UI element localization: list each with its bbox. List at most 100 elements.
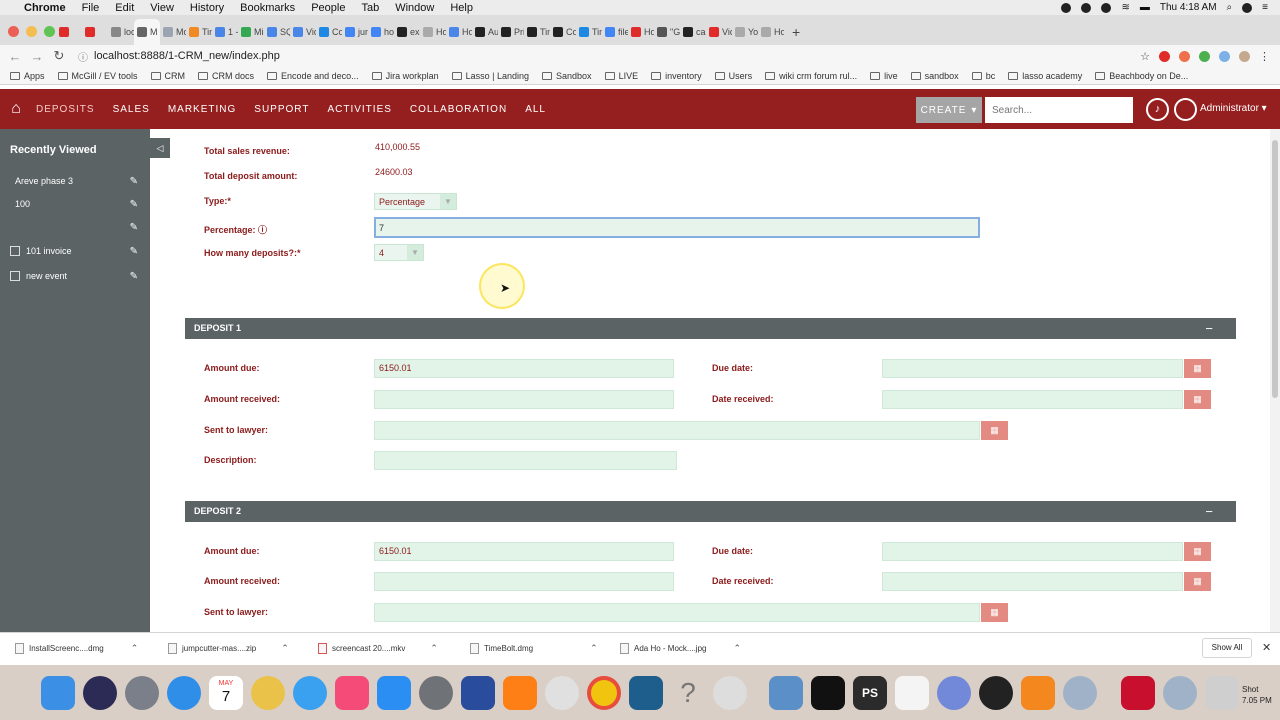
- status-icon[interactable]: [1101, 2, 1112, 13]
- download-item[interactable]: jumpcutter-mas....zip ⌃: [168, 643, 289, 654]
- browser-tab[interactable]: Vide: [290, 19, 316, 45]
- browser-tab[interactable]: M: [134, 19, 160, 45]
- bookmark-item[interactable]: Sandbox: [542, 71, 592, 81]
- browser-tab[interactable]: Con: [550, 19, 576, 45]
- screen-recorder-icon[interactable]: [1063, 676, 1097, 710]
- minimize-window-icon[interactable]: [26, 26, 37, 37]
- bookmark-item[interactable]: inventory: [651, 71, 702, 81]
- photos-icon[interactable]: [251, 676, 285, 710]
- sublime-text-icon[interactable]: [503, 676, 537, 710]
- deposit-1-sent-to-lawyer-input[interactable]: [374, 421, 980, 440]
- browser-tab[interactable]: how: [368, 19, 394, 45]
- bookmark-item[interactable]: lasso academy: [1008, 71, 1082, 81]
- menu-help[interactable]: Help: [450, 2, 473, 14]
- create-button[interactable]: CREATE ▾: [916, 97, 982, 123]
- browser-tab[interactable]: Tim: [576, 19, 602, 45]
- calendar-app-icon[interactable]: MAY 7: [209, 676, 243, 710]
- browser-tab[interactable]: You: [732, 19, 758, 45]
- app-store-icon[interactable]: [377, 676, 411, 710]
- wifi-icon[interactable]: ≋: [1121, 2, 1129, 13]
- mysql-workbench-icon[interactable]: [629, 676, 663, 710]
- browser-tab[interactable]: How: [628, 19, 654, 45]
- chevron-up-icon[interactable]: ⌃: [733, 643, 741, 654]
- siri-icon[interactable]: [83, 676, 117, 710]
- star-icon[interactable]: ☆: [1140, 50, 1150, 63]
- profile-avatar[interactable]: [1239, 50, 1250, 62]
- sidebar-item-areve[interactable]: Areve phase 3 ✎: [0, 170, 150, 192]
- browser-tab[interactable]: Con: [316, 19, 342, 45]
- finder-icon[interactable]: [41, 676, 75, 710]
- shield-extension-icon[interactable]: [1179, 50, 1190, 62]
- menu-view[interactable]: View: [150, 2, 174, 14]
- percentage-input[interactable]: [374, 217, 980, 238]
- download-item[interactable]: Ada Ho - Mock....jpg ⌃: [620, 643, 741, 654]
- forward-icon[interactable]: →: [30, 49, 44, 64]
- bookmark-item[interactable]: bc: [971, 71, 995, 81]
- deposit-2-sent-to-lawyer-input[interactable]: [374, 603, 980, 622]
- nav-collaboration[interactable]: COLLABORATION: [410, 104, 507, 115]
- calendar-icon[interactable]: ▦: [1184, 359, 1211, 378]
- bookmark-item[interactable]: LIVE: [604, 71, 638, 81]
- menu-tab[interactable]: Tab: [361, 2, 379, 14]
- browser-tab[interactable]: How: [446, 19, 472, 45]
- sequel-pro-icon[interactable]: [713, 676, 747, 710]
- close-window-icon[interactable]: [8, 26, 19, 37]
- messages-icon[interactable]: [293, 676, 327, 710]
- home-icon[interactable]: ⌂: [5, 100, 27, 118]
- zoom-window-icon[interactable]: [44, 26, 55, 37]
- menu-history[interactable]: History: [190, 2, 224, 14]
- status-icon[interactable]: [1061, 2, 1072, 13]
- close-icon[interactable]: ✕: [1262, 641, 1271, 654]
- collapse-sidebar-button[interactable]: ◁: [150, 138, 170, 158]
- deposit-2-due-date-input[interactable]: [882, 542, 1183, 561]
- download-item[interactable]: screencast 20....mkv ⌃: [318, 643, 438, 654]
- back-icon[interactable]: ←: [8, 49, 22, 64]
- nav-all[interactable]: ALL: [525, 104, 546, 115]
- safari-icon[interactable]: [167, 676, 201, 710]
- menu-chrome[interactable]: Chrome: [24, 2, 66, 14]
- search-input[interactable]: [985, 97, 1133, 123]
- chevron-up-icon[interactable]: ⌃: [131, 643, 139, 654]
- browser-tab[interactable]: file: [602, 19, 628, 45]
- extension-icon[interactable]: [1219, 50, 1230, 62]
- nav-deposits[interactable]: DEPOSITS: [36, 104, 95, 115]
- clock[interactable]: Thu 4:18 AM: [1160, 2, 1217, 13]
- search-icon[interactable]: ⌕: [1227, 2, 1233, 13]
- menu-file[interactable]: File: [82, 2, 100, 14]
- bolt-icon[interactable]: [979, 676, 1013, 710]
- bookmark-item[interactable]: live: [870, 71, 898, 81]
- calendar-icon[interactable]: ▦: [981, 603, 1008, 622]
- nav-sales[interactable]: SALES: [113, 104, 150, 115]
- pencil-icon[interactable]: ✎: [130, 176, 138, 187]
- browser-tab[interactable]: How: [420, 19, 446, 45]
- calendar-icon[interactable]: ▦: [1184, 390, 1211, 409]
- browser-tab[interactable]: [56, 19, 82, 45]
- browser-tab[interactable]: [82, 19, 108, 45]
- download-item[interactable]: TimeBolt.dmg ⌃: [470, 643, 598, 654]
- browser-tab[interactable]: cary: [680, 19, 706, 45]
- browser-tab[interactable]: Tim: [524, 19, 550, 45]
- user-menu[interactable]: Administrator ▾: [1200, 103, 1267, 114]
- siri-icon[interactable]: [1242, 2, 1253, 13]
- user-avatar-icon[interactable]: [1174, 98, 1197, 121]
- bookmark-item[interactable]: Jira workplan: [371, 71, 439, 81]
- launchpad-icon[interactable]: [125, 676, 159, 710]
- bookmark-item[interactable]: McGill / EV tools: [57, 71, 138, 81]
- help-icon[interactable]: ?: [671, 676, 705, 710]
- sidebar-item-invoice[interactable]: 101 invoice ✎: [0, 240, 150, 262]
- music-icon[interactable]: [335, 676, 369, 710]
- browser-tab[interactable]: "Go: [654, 19, 680, 45]
- browser-tab[interactable]: 1 - D: [212, 19, 238, 45]
- chrome-icon[interactable]: [587, 676, 621, 710]
- bookmark-item[interactable]: Lasso | Landing: [451, 71, 529, 81]
- deposit-2-amount-due-input[interactable]: 6150.01: [374, 542, 674, 561]
- menu-people[interactable]: People: [311, 2, 345, 14]
- vlc-icon[interactable]: [1021, 676, 1055, 710]
- bookmark-item[interactable]: Apps: [10, 71, 45, 81]
- browser-tab[interactable]: exci: [394, 19, 420, 45]
- deposit-1-header[interactable]: DEPOSIT 1 −: [185, 318, 1236, 339]
- browser-tab[interactable]: Tim: [186, 19, 212, 45]
- browser-tab[interactable]: loca: [108, 19, 134, 45]
- browser-tab[interactable]: Auto: [472, 19, 498, 45]
- info-icon[interactable]: ⓘ: [258, 225, 267, 235]
